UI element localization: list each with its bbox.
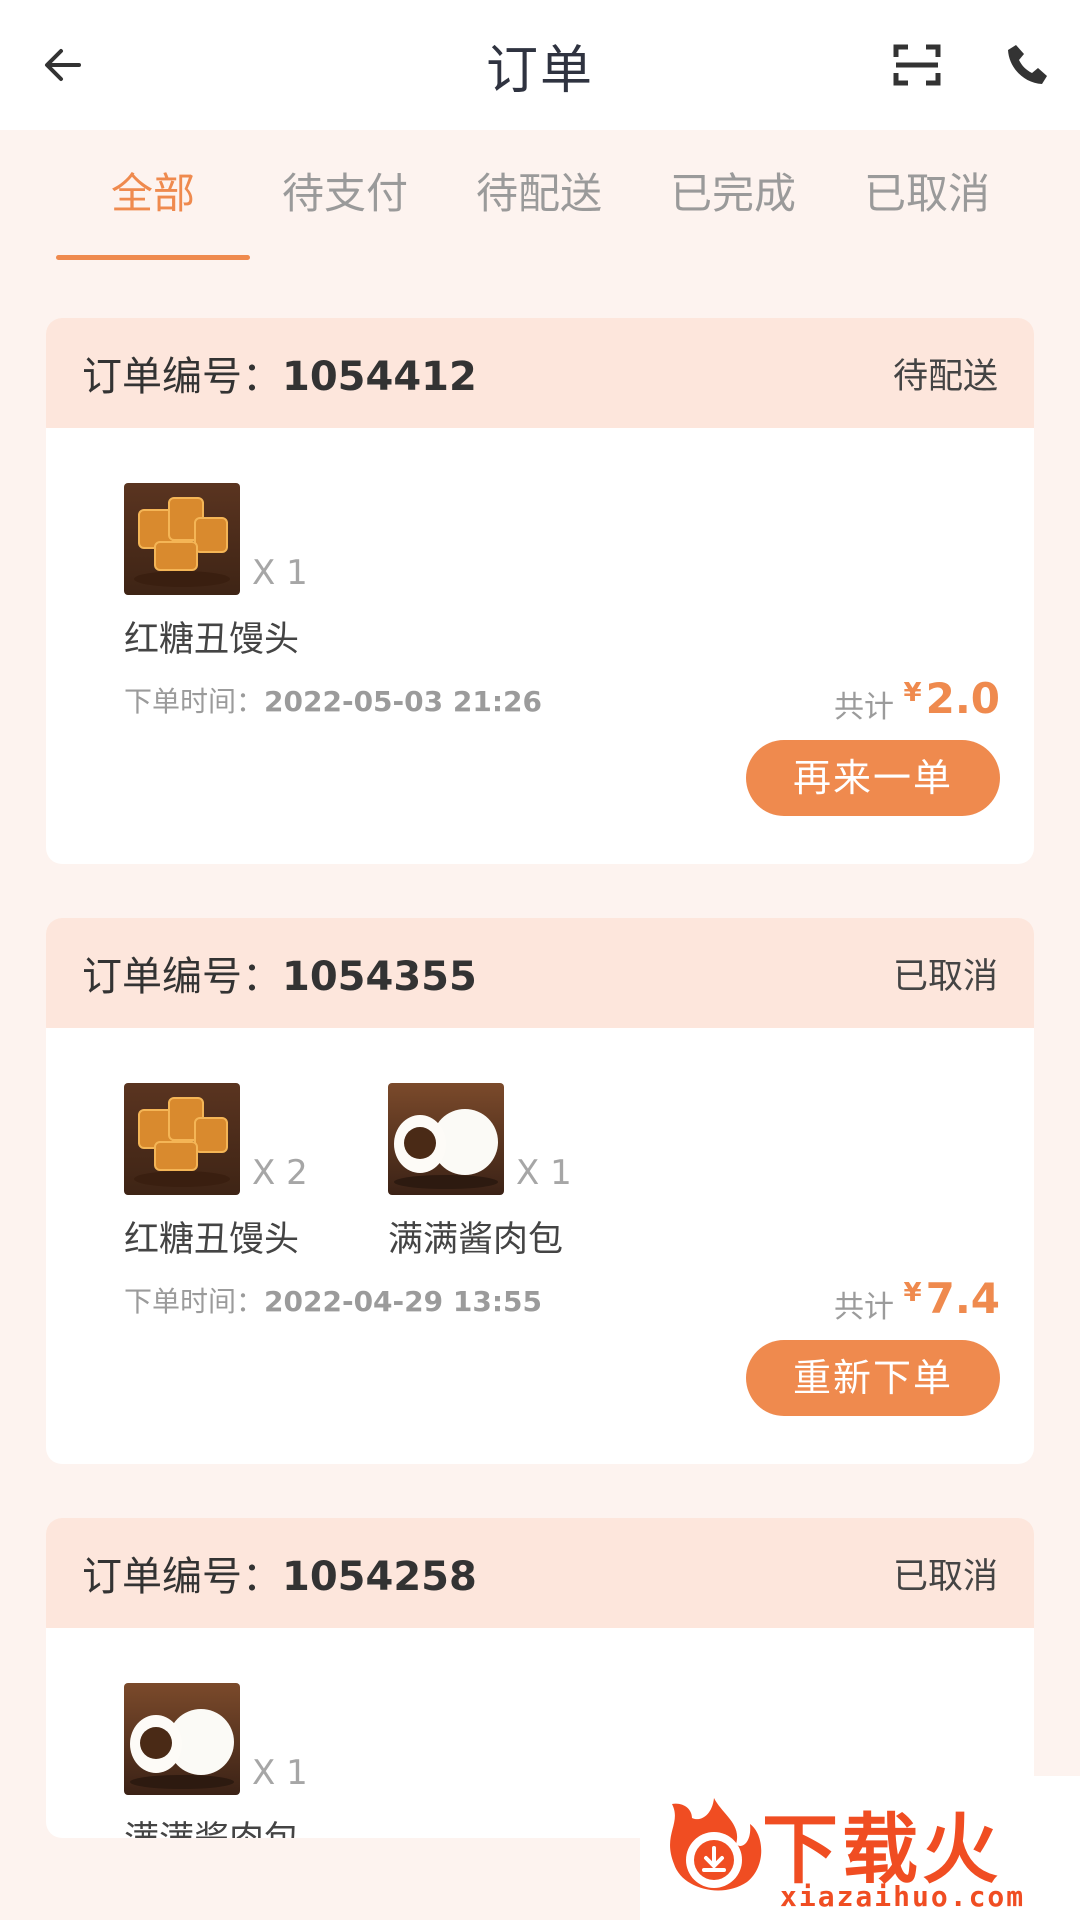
order-item[interactable]: X 1 满满酱肉包 xyxy=(124,1683,364,1838)
product-thumbnail xyxy=(124,1683,240,1795)
item-quantity: X 2 xyxy=(252,1153,308,1193)
tab-pending-delivery[interactable]: 待配送 xyxy=(442,160,636,260)
order-card-header: 订单编号：1054412 待配送 xyxy=(46,318,1034,428)
product-thumbnail xyxy=(124,483,240,595)
order-time-value: 2022-05-03 21:26 xyxy=(264,685,542,718)
currency-symbol: ¥ xyxy=(903,678,922,708)
item-name: 红糖丑馒头 xyxy=(124,620,300,660)
order-status: 已取消 xyxy=(892,956,998,997)
tab-label: 已完成 xyxy=(669,169,796,218)
order-number-value: 1054355 xyxy=(282,954,477,1000)
product-thumbnail xyxy=(388,1083,504,1195)
scan-icon[interactable] xyxy=(882,30,952,100)
currency-symbol: ¥ xyxy=(903,1278,922,1308)
total-label: 共计 xyxy=(834,690,894,725)
reorder-button[interactable]: 再来一单 xyxy=(746,740,1000,816)
order-meta: 下单时间：2022-05-03 21:26 共计 ¥2.0 xyxy=(46,674,1034,728)
item-name: 红糖丑馒头 xyxy=(124,1220,300,1260)
order-list-screen: 订单 全部 待支付 待配送 已完成 已取消 订单编号：1054412 待配送 X… xyxy=(0,0,1080,1920)
order-total: ¥2.0 xyxy=(904,674,1001,723)
total-amount: 2.0 xyxy=(925,674,1000,723)
tab-cancelled[interactable]: 已取消 xyxy=(830,160,1024,260)
item-name: 满满酱肉包 xyxy=(388,1220,564,1260)
total-label: 共计 xyxy=(834,1290,894,1325)
order-time-value: 2022-04-29 13:55 xyxy=(264,1285,542,1318)
phone-icon[interactable] xyxy=(992,30,1062,100)
item-name: 满满酱肉包 xyxy=(124,1811,364,1838)
item-quantity: X 1 xyxy=(516,1153,572,1193)
tab-pending-payment[interactable]: 待支付 xyxy=(248,160,442,260)
order-items: X 2 红糖丑馒头 X 1 满满酱肉包 xyxy=(46,1028,1034,1278)
order-card-header: 订单编号：1054355 已取消 xyxy=(46,918,1034,1028)
order-time: 下单时间：2022-04-29 13:55 xyxy=(124,1280,542,1320)
order-time-label: 下单时间： xyxy=(124,685,265,718)
item-quantity: X 1 xyxy=(252,1753,308,1793)
watermark-url: xiazaihuo.com xyxy=(780,1880,1026,1913)
page-title: 订单 xyxy=(485,40,594,101)
order-number-label: 订单编号： xyxy=(82,954,282,1000)
order-card-header: 订单编号：1054258 已取消 xyxy=(46,1518,1034,1628)
watermark: 下载火 xiazaihuo.com xyxy=(640,1776,1080,1920)
flame-logo-icon xyxy=(652,1794,772,1904)
order-items: X 1 红糖丑馒头 xyxy=(46,428,1034,678)
order-item[interactable]: X 1 红糖丑馒头 xyxy=(124,483,364,662)
order-total: ¥7.4 xyxy=(904,1274,1001,1323)
tab-completed[interactable]: 已完成 xyxy=(636,160,830,260)
active-tab-indicator xyxy=(56,255,250,260)
app-header: 订单 xyxy=(0,0,1080,130)
tab-label: 待支付 xyxy=(281,169,408,218)
tab-all[interactable]: 全部 xyxy=(56,160,250,260)
order-time: 下单时间：2022-05-03 21:26 xyxy=(124,680,542,720)
order-actions: 重新下单 xyxy=(46,1328,1034,1464)
order-number-label: 订单编号： xyxy=(82,1554,282,1600)
order-actions: 再来一单 xyxy=(46,728,1034,864)
order-number: 订单编号：1054355 xyxy=(82,944,477,1002)
order-number-label: 订单编号： xyxy=(82,354,282,400)
order-number: 订单编号：1054412 xyxy=(82,344,477,402)
order-card[interactable]: 订单编号：1054355 已取消 X 2 红糖丑馒头 X 1 满满酱肉包 下单时… xyxy=(46,918,1034,1464)
order-status: 已取消 xyxy=(892,1556,998,1597)
order-number-value: 1054258 xyxy=(282,1554,477,1600)
order-time-label: 下单时间： xyxy=(124,1285,265,1318)
back-arrow-icon[interactable] xyxy=(28,30,98,100)
item-quantity: X 1 xyxy=(252,553,308,593)
tab-label: 已取消 xyxy=(863,169,990,218)
order-card[interactable]: 订单编号：1054412 待配送 X 1 红糖丑馒头 下单时间：2022-05-… xyxy=(46,318,1034,864)
tab-label: 全部 xyxy=(110,169,195,218)
total-amount: 7.4 xyxy=(925,1274,1000,1323)
tab-label: 待配送 xyxy=(475,169,602,218)
order-number: 订单编号：1054258 xyxy=(82,1544,477,1602)
order-status: 待配送 xyxy=(892,356,998,397)
order-number-value: 1054412 xyxy=(282,354,477,400)
order-item[interactable]: X 1 满满酱肉包 xyxy=(388,1083,628,1262)
product-thumbnail xyxy=(124,1083,240,1195)
order-meta: 下单时间：2022-04-29 13:55 共计 ¥7.4 xyxy=(46,1274,1034,1328)
order-item[interactable]: X 2 红糖丑馒头 xyxy=(124,1083,364,1262)
reorder-button[interactable]: 重新下单 xyxy=(746,1340,1000,1416)
order-filter-tabs: 全部 待支付 待配送 已完成 已取消 xyxy=(0,130,1080,260)
